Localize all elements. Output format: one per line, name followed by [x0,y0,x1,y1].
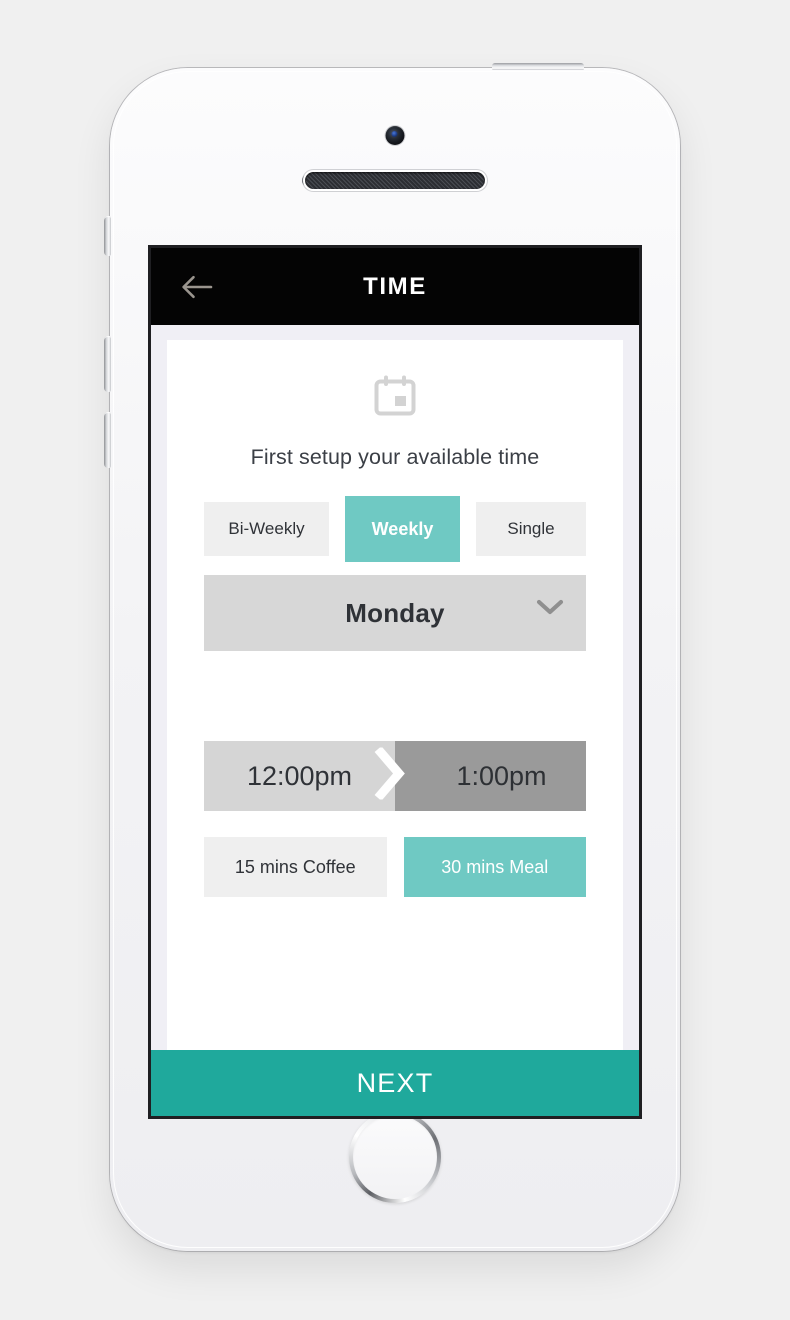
earpiece-speaker-icon [305,172,485,189]
start-time-button[interactable]: 12:00pm [204,741,395,811]
phone-device: TIME First setup your available time Bi-… [104,63,684,1255]
home-button[interactable] [349,1111,441,1203]
time-range-selector: 12:00pm 1:00pm [204,741,586,811]
mute-switch[interactable] [104,216,111,256]
calendar-icon [372,374,418,425]
frequency-option-label: Weekly [371,518,434,539]
next-button[interactable]: NEXT [151,1050,639,1116]
app-viewport: TIME First setup your available time Bi-… [151,248,639,1116]
page-title: TIME [363,272,427,300]
volume-up-button[interactable] [104,336,111,392]
duration-selector: 15 mins Coffee 30 mins Meal [204,837,586,897]
frequency-selector: Bi-Weekly Weekly Single [204,496,586,562]
end-time-value: 1:00pm [456,760,547,791]
power-button[interactable] [492,63,584,70]
frequency-option-label: Bi-Weekly [228,519,305,538]
next-button-label: NEXT [356,1067,434,1098]
duration-option-label: 30 mins Meal [441,856,549,877]
screenshot-canvas: TIME First setup your available time Bi-… [0,0,790,1320]
card-bottom-space [204,897,586,1050]
app-body: First setup your available time Bi-Weekl… [151,325,639,1050]
duration-option-coffee[interactable]: 15 mins Coffee [204,837,387,897]
hero-icon-wrap [204,374,586,425]
day-dropdown[interactable]: Monday [204,575,586,651]
end-time-button[interactable]: 1:00pm [395,741,586,811]
duration-option-label: 15 mins Coffee [234,856,356,877]
setup-card: First setup your available time Bi-Weekl… [167,340,623,1050]
duration-option-meal[interactable]: 30 mins Meal [403,837,586,897]
chevron-down-icon [535,597,565,622]
arrow-left-icon [180,274,214,300]
front-camera-icon [385,126,405,145]
frequency-option-bi-weekly[interactable]: Bi-Weekly [204,502,329,556]
back-button[interactable] [177,270,217,304]
volume-down-button[interactable] [104,412,111,468]
frequency-option-single[interactable]: Single [476,502,586,556]
phone-screen: TIME First setup your available time Bi-… [148,245,642,1119]
app-header: TIME [151,248,639,325]
frequency-option-weekly[interactable]: Weekly [345,496,460,562]
day-dropdown-value: Monday [345,597,445,628]
frequency-option-label: Single [507,519,555,538]
headline-text: First setup your available time [250,445,540,469]
layout-spacer [204,651,586,741]
start-time-value: 12:00pm [246,760,353,791]
